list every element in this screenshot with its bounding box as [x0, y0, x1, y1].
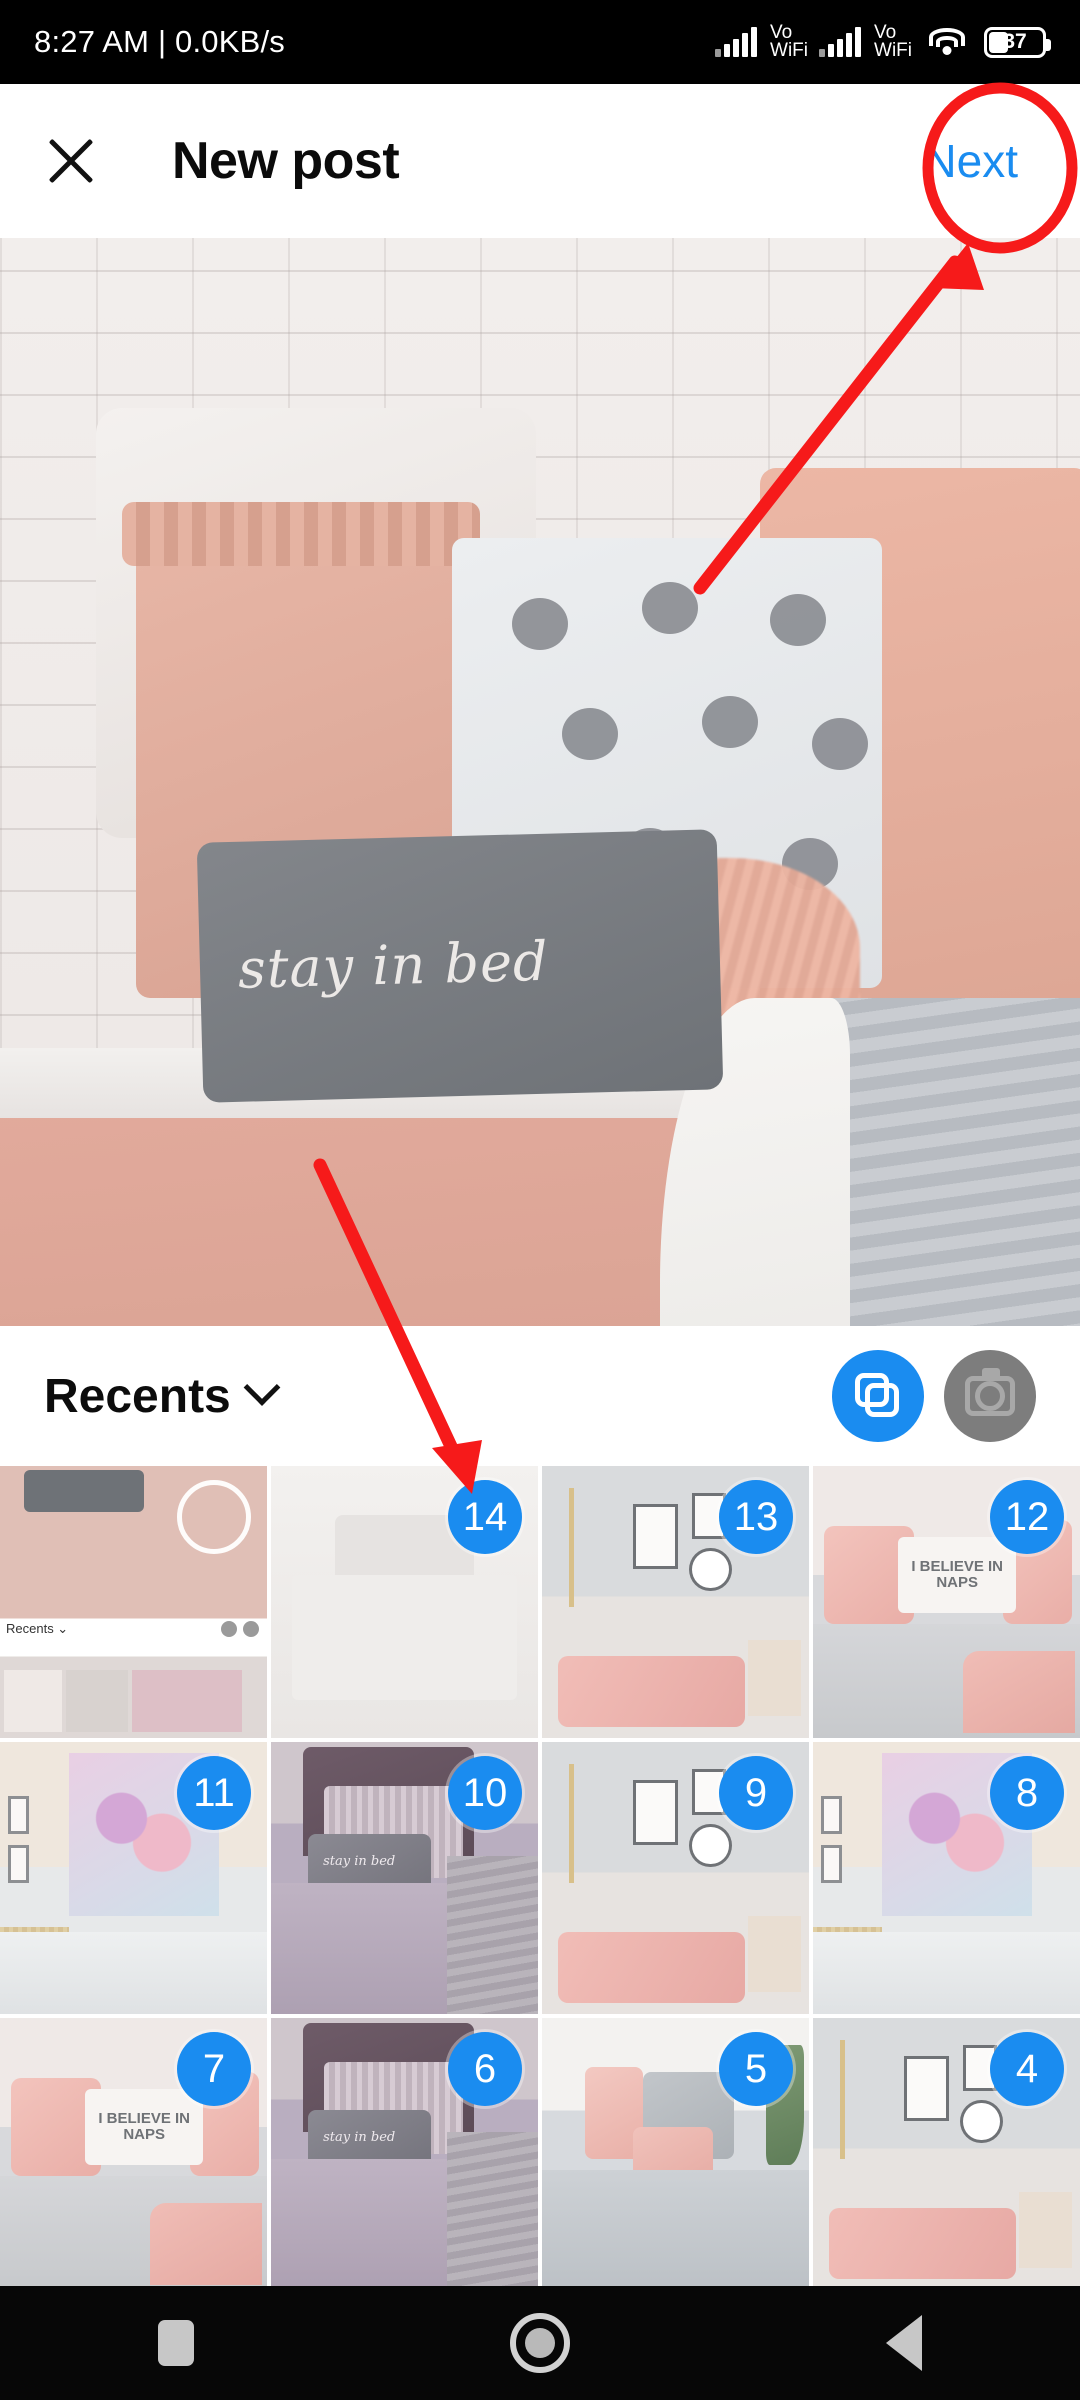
gallery-tile[interactable]: 8: [813, 1742, 1080, 2014]
next-button[interactable]: Next: [923, 134, 1040, 188]
album-selector[interactable]: Recents: [44, 1369, 231, 1424]
selection-badge[interactable]: 12: [990, 1480, 1064, 1554]
selection-badge[interactable]: 7: [177, 2032, 251, 2106]
selection-badge[interactable]: 10: [448, 1756, 522, 1830]
back-triangle-icon[interactable]: [886, 2315, 922, 2371]
gallery-tile[interactable]: I BELIEVE IN NAPS 12: [813, 1466, 1080, 1738]
gallery-tile[interactable]: Recents ⌄: [0, 1466, 267, 1738]
selection-badge[interactable]: 5: [719, 2032, 793, 2106]
camera-button[interactable]: [944, 1350, 1036, 1442]
gallery-tile[interactable]: I BELIEVE IN NAPS 7: [0, 2018, 267, 2290]
page-title: New post: [172, 132, 400, 190]
preview-gray-throw: [660, 998, 1080, 1326]
status-icons: Vo WiFi Vo WiFi 37: [715, 22, 1051, 61]
gallery-tile[interactable]: 5: [542, 2018, 809, 2290]
gallery-tile[interactable]: 4: [813, 2018, 1080, 2290]
album-actions: [832, 1350, 1036, 1442]
battery-percent: 37: [1003, 30, 1027, 53]
gallery-tile[interactable]: 13: [542, 1466, 809, 1738]
status-time-network: 8:27 AM | 0.0KB/s: [34, 24, 285, 59]
preview-pillow-text: stay in bed: [237, 929, 550, 1001]
preview-pillow-gray: stay in bed: [196, 829, 724, 1103]
signal-icon: [819, 27, 862, 57]
gallery-tile[interactable]: 9: [542, 1742, 809, 2014]
app-bar: New post Next: [0, 84, 1080, 238]
selected-photo-preview[interactable]: stay in bed: [0, 238, 1080, 1326]
selection-badge[interactable]: 6: [448, 2032, 522, 2106]
camera-icon: [965, 1368, 1015, 1416]
wifi-icon: [929, 28, 965, 56]
selection-badge[interactable]: 8: [990, 1756, 1064, 1830]
close-icon[interactable]: [40, 130, 102, 192]
home-circle-icon[interactable]: [510, 2313, 570, 2373]
gallery-tile[interactable]: 14: [271, 1466, 538, 1738]
android-nav-bar: [0, 2286, 1080, 2400]
photo-grid: Recents ⌄ 14 13 I BELIEVE IN NAPS 12 11 …: [0, 1466, 1080, 2290]
gallery-tile[interactable]: stay in bed 6: [271, 2018, 538, 2290]
vowifi-icon: Vo WiFi: [770, 22, 809, 61]
multi-select-icon: [855, 1373, 901, 1419]
phone-screen: 8:27 AM | 0.0KB/s Vo WiFi Vo WiFi 37 New p…: [0, 0, 1080, 2400]
selection-badge[interactable]: 4: [990, 2032, 1064, 2106]
gallery-tile[interactable]: 11: [0, 1742, 267, 2014]
album-bar: Recents: [0, 1326, 1080, 1466]
selection-badge[interactable]: 11: [177, 1756, 251, 1830]
recents-square-icon[interactable]: [158, 2320, 194, 2366]
gallery-tile[interactable]: stay in bed 10: [271, 1742, 538, 2014]
battery-icon: 37: [984, 26, 1051, 58]
signal-icon: [715, 27, 758, 57]
selection-circle[interactable]: [177, 1480, 251, 1554]
selection-badge[interactable]: 14: [448, 1480, 522, 1554]
status-bar: 8:27 AM | 0.0KB/s Vo WiFi Vo WiFi 37: [0, 0, 1080, 84]
multi-select-button[interactable]: [832, 1350, 924, 1442]
chevron-down-icon[interactable]: [243, 1369, 281, 1406]
selection-badge[interactable]: 9: [719, 1756, 793, 1830]
selection-badge[interactable]: 13: [719, 1480, 793, 1554]
vowifi-icon: Vo WiFi: [874, 22, 912, 61]
